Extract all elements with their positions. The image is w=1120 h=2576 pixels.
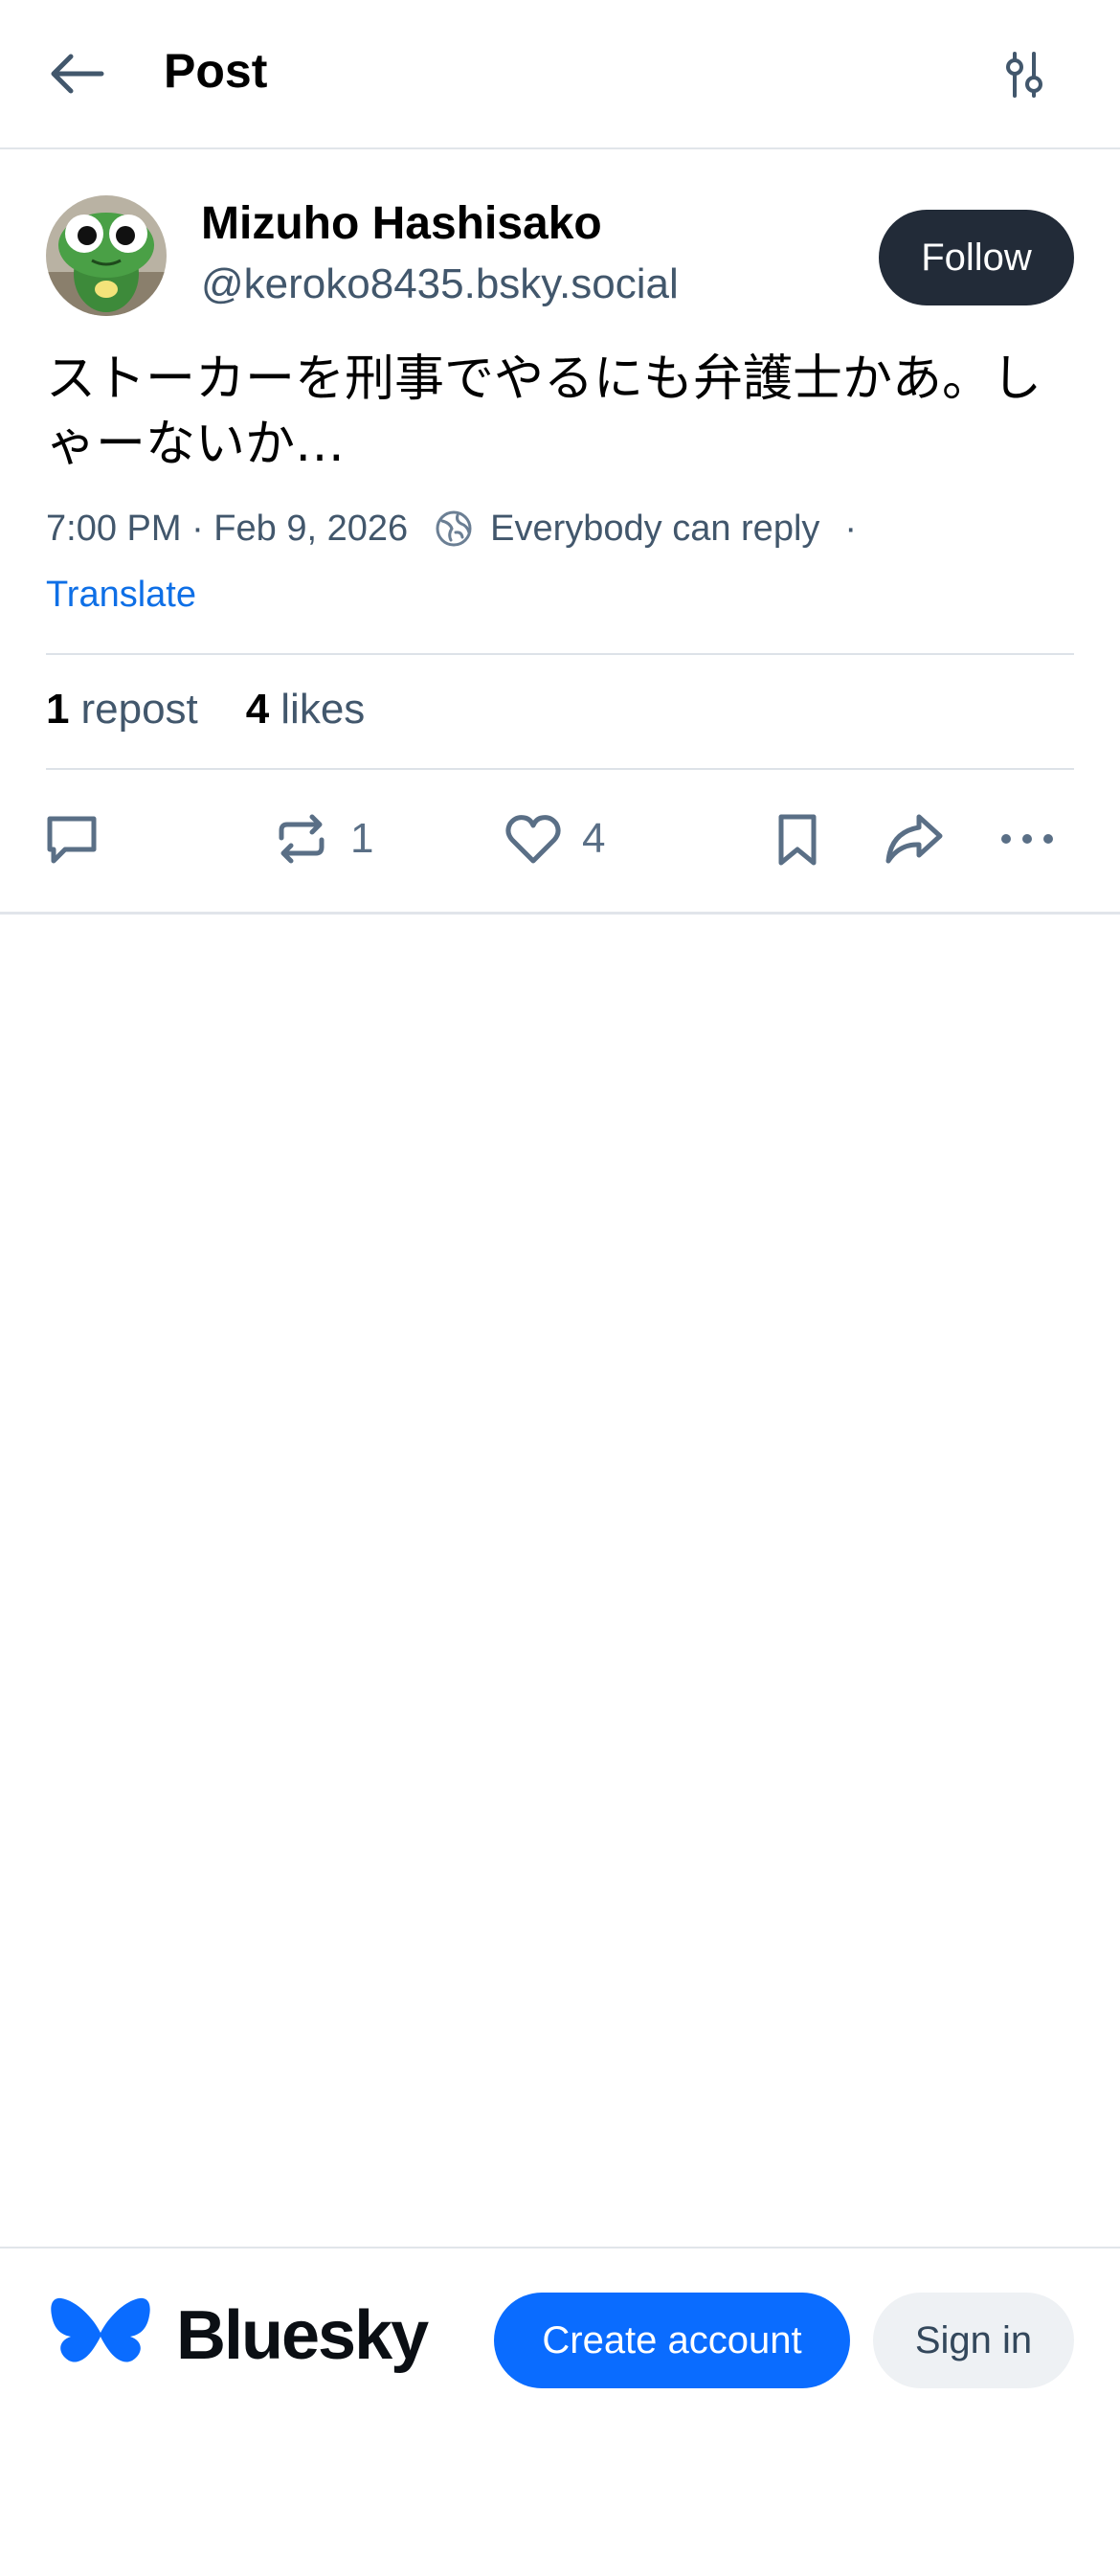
- butterfly-logo-icon: [51, 2297, 150, 2362]
- reply-setting[interactable]: Everybody can reply: [490, 508, 819, 550]
- divider: [46, 653, 1074, 655]
- signup-footer: Bluesky Create account Sign in: [0, 2247, 1120, 2576]
- page-title: Post: [164, 44, 268, 98]
- reply-button[interactable]: [42, 804, 101, 873]
- more-icon: [1001, 834, 1053, 844]
- repost-count: 1: [350, 815, 374, 862]
- bookmark-icon: [778, 814, 817, 866]
- create-account-button[interactable]: Create account: [494, 2293, 850, 2388]
- top-bar: Post: [0, 0, 1120, 149]
- share-button[interactable]: [883, 804, 946, 873]
- translate-link[interactable]: Translate: [46, 575, 196, 616]
- follow-button[interactable]: Follow: [879, 210, 1074, 305]
- post-meta: 7:00 PM · Feb 9, 2026 Everybody can repl…: [46, 508, 857, 550]
- repost-icon: [279, 814, 325, 864]
- share-icon: [885, 814, 943, 864]
- sliders-icon: [1006, 52, 1042, 98]
- back-button[interactable]: [48, 40, 124, 107]
- reposts-stat[interactable]: 1 repost: [46, 686, 198, 734]
- post-actions: 1 4: [0, 804, 1120, 873]
- sign-in-button[interactable]: Sign in: [873, 2293, 1074, 2388]
- more-options-button[interactable]: [996, 804, 1059, 873]
- post-timestamp[interactable]: 7:00 PM · Feb 9, 2026: [46, 508, 408, 550]
- meta-separator: ·: [844, 508, 858, 549]
- avatar[interactable]: [46, 195, 167, 316]
- bookmark-button[interactable]: [768, 804, 827, 873]
- thread-settings-button[interactable]: [996, 46, 1063, 103]
- divider: [46, 768, 1074, 770]
- author-name[interactable]: Mizuho Hashisako: [201, 197, 602, 250]
- like-button[interactable]: 4: [504, 804, 605, 873]
- likes-stat[interactable]: 4 likes: [246, 686, 366, 734]
- like-count: 4: [582, 815, 606, 862]
- divider: [0, 912, 1120, 915]
- post-text: ストーカーを刑事でやるにも弁護士かあ。しゃーないか…: [46, 350, 1042, 473]
- brand-name: Bluesky: [176, 2297, 429, 2374]
- author-handle[interactable]: @keroko8435.bsky.social: [201, 260, 679, 308]
- globe-icon: [436, 510, 472, 547]
- repost-button[interactable]: 1: [272, 804, 373, 873]
- arrow-left-icon: [51, 54, 104, 94]
- post-stats: 1 repost 4 likes: [46, 686, 365, 734]
- heart-icon: [505, 815, 561, 864]
- reply-icon: [47, 816, 97, 864]
